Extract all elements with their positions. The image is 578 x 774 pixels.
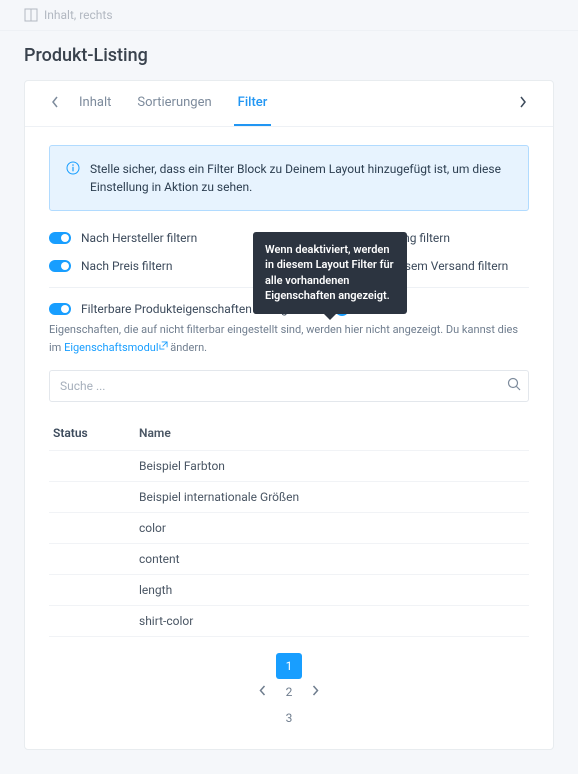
hint-text: Eigenschaften, die auf nicht filterbar e… <box>49 322 529 356</box>
page-prev[interactable] <box>253 685 272 700</box>
table-row: length <box>49 575 529 606</box>
toggle-price-label: Nach Preis filtern <box>81 259 172 273</box>
page-2[interactable]: 2 <box>276 679 302 705</box>
settings-card: Inhalt Sortierungen Filter Stelle sicher, … <box>24 80 554 750</box>
tabs-prev[interactable] <box>43 88 67 120</box>
table-row: Beispiel Farbton <box>49 451 529 482</box>
toggle-properties-section[interactable] <box>49 303 71 315</box>
col-header-status: Status <box>49 426 139 440</box>
alert-text: Stelle sicher, dass ein Filter Block zu … <box>90 160 512 196</box>
toggle-manufacturer-label: Nach Hersteller filtern <box>81 231 197 245</box>
info-icon <box>66 161 80 175</box>
table-row: Beispiel internationale Größen <box>49 482 529 513</box>
tabs-next[interactable] <box>511 88 535 120</box>
info-alert: Stelle sicher, dass ein Filter Block zu … <box>49 145 529 211</box>
page-3[interactable]: 3 <box>276 705 302 731</box>
table-row: content <box>49 544 529 575</box>
table-row: shirt-color <box>49 606 529 637</box>
page-next[interactable] <box>306 685 325 700</box>
row-name: shirt-color <box>139 614 529 628</box>
tab-inhalt[interactable]: Inhalt <box>75 81 115 126</box>
breadcrumb: Inhalt, rechts <box>0 0 578 31</box>
pagination: 123 <box>49 653 529 731</box>
page-1[interactable]: 1 <box>276 653 302 679</box>
tooltip: Wenn deaktiviert, werden in diesem Layou… <box>253 232 407 314</box>
tab-sortierungen[interactable]: Sortierungen <box>133 81 215 126</box>
tabs: Inhalt Sortierungen Filter <box>75 81 511 126</box>
col-header-name: Name <box>139 426 529 440</box>
row-name: Beispiel internationale Größen <box>139 490 529 504</box>
tab-filter[interactable]: Filter <box>234 81 272 126</box>
layout-icon <box>24 8 38 22</box>
search-icon[interactable] <box>507 377 521 395</box>
row-name: length <box>139 583 529 597</box>
breadcrumb-label: Inhalt, rechts <box>44 8 113 22</box>
properties-module-link[interactable]: Eigenschaftsmodul <box>64 341 167 354</box>
search-input[interactable] <box>49 370 529 402</box>
toggle-manufacturer[interactable] <box>49 232 71 244</box>
row-name: color <box>139 521 529 535</box>
toggle-price[interactable] <box>49 260 71 272</box>
row-name: content <box>139 552 529 566</box>
properties-table: Status Name Beispiel Farbton Beispiel int… <box>49 416 529 637</box>
row-name: Beispiel Farbton <box>139 459 529 473</box>
table-row: color <box>49 513 529 544</box>
page-title: Produkt-Listing <box>0 31 578 80</box>
external-link-icon <box>159 339 168 348</box>
